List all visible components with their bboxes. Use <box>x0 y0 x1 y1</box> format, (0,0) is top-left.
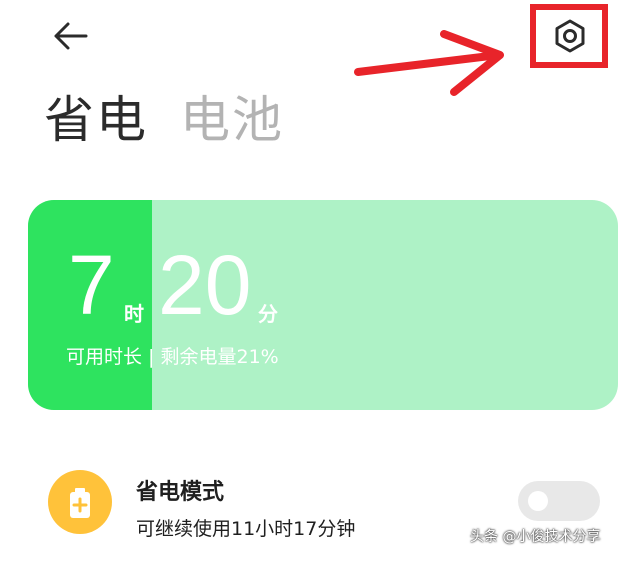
toggle-knob <box>528 491 548 511</box>
power-mode-toggle[interactable] <box>518 481 600 521</box>
minutes-unit: 分 <box>258 302 278 326</box>
watermark: 头条 @小俊技术分享 <box>470 529 601 545</box>
remaining-hours: 7 <box>68 238 115 332</box>
settings-button[interactable] <box>542 12 598 60</box>
remaining-minutes: 20 <box>158 238 252 332</box>
hexagon-settings-icon <box>555 19 585 53</box>
battery-card: 7 时 20 分 可用时长 | 剩余电量21% <box>28 200 618 410</box>
arrow-left-icon <box>54 22 88 50</box>
battery-subtitle: 可用时长 | 剩余电量21% <box>66 346 279 368</box>
tab-battery[interactable]: 电池 <box>180 88 284 152</box>
hours-unit: 时 <box>124 302 144 326</box>
power-mode-title: 省电模式 <box>136 480 225 505</box>
back-button[interactable] <box>44 16 96 56</box>
battery-plus-icon <box>48 470 112 534</box>
tab-power-saving[interactable]: 省电 <box>44 88 148 152</box>
power-mode-subtitle: 可继续使用11小时17分钟 <box>136 518 356 540</box>
red-arrow-annotation <box>354 30 504 96</box>
